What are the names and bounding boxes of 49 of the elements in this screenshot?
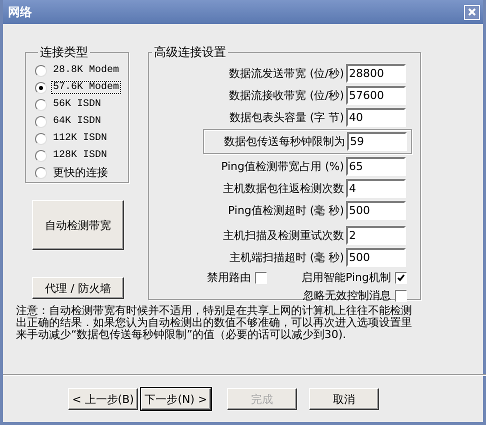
group-title: 高级连接设置 bbox=[153, 44, 227, 61]
input-field[interactable]: 2 bbox=[346, 226, 406, 245]
checkbox-label: 启用智能Ping机制 bbox=[302, 270, 391, 285]
field-label: 主机数据包往返检测次数 bbox=[223, 181, 344, 196]
note-text: 注意：自动检测带宽有时候并不适用，特别是在共享上网的计算机上往往不能检测出正确的结果．如果您认为自动检测出的数值不够准确，可以再次进入选项设置里来手动减少“数据包传送每秒钟限制”的值（必要的话可以减少到30). bbox=[16, 305, 413, 341]
proxy-firewall-button[interactable]: 代理 / 防火墙 bbox=[32, 277, 124, 299]
checkbox[interactable] bbox=[255, 272, 267, 284]
checkbox[interactable] bbox=[395, 290, 407, 302]
radio-button[interactable] bbox=[35, 64, 47, 76]
field-label: Ping值检测带宽占用 (%) bbox=[221, 159, 344, 174]
radio-label[interactable]: 56K ISDN bbox=[52, 99, 102, 110]
close-icon bbox=[468, 8, 476, 16]
field-label: 数据包表头容量 (字 节) bbox=[229, 110, 344, 125]
back-button[interactable]: < 上一步(B) bbox=[68, 388, 138, 410]
field-label: 数据包传送每秒钟限制为 bbox=[224, 134, 345, 149]
checkbox[interactable] bbox=[395, 272, 407, 284]
input-field[interactable]: 500 bbox=[346, 248, 406, 267]
radio-button[interactable] bbox=[35, 166, 47, 178]
input-field[interactable]: 40 bbox=[346, 108, 406, 127]
radio-label[interactable]: 更快的连接 bbox=[52, 165, 109, 180]
close-button[interactable] bbox=[464, 4, 480, 20]
field-label: Ping值检测超时 (毫 秒) bbox=[228, 203, 344, 218]
radio-label[interactable]: 112K ISDN bbox=[52, 133, 108, 144]
checkbox-label: 禁用路由 bbox=[207, 270, 251, 285]
input-field[interactable]: 28800 bbox=[346, 64, 406, 83]
window-title: 网络 bbox=[8, 4, 32, 20]
group-title: 连接类型 bbox=[39, 44, 89, 61]
radio-label[interactable]: 128K ISDN bbox=[52, 150, 108, 161]
radio-label[interactable]: 57.6K Modem bbox=[52, 82, 120, 93]
field-label: 数据流接收带宽 (位/秒) bbox=[229, 88, 344, 103]
input-field[interactable]: 57600 bbox=[346, 86, 406, 105]
input-field[interactable]: 59 bbox=[347, 132, 407, 151]
field-label: 数据流发送带宽 (位/秒) bbox=[229, 66, 344, 81]
radio-button[interactable] bbox=[35, 132, 47, 144]
detect-bandwidth-button[interactable]: 自动检测带宽 bbox=[32, 200, 124, 250]
radio-label[interactable]: 64K ISDN bbox=[52, 116, 102, 127]
field-label: 主机扫描及检测重试次数 bbox=[223, 228, 344, 243]
field-label: 主机端扫描超时 (毫 秒) bbox=[229, 250, 344, 265]
input-field[interactable]: 65 bbox=[346, 157, 406, 176]
input-field[interactable]: 500 bbox=[346, 201, 406, 220]
next-button[interactable]: 下一步(N) > bbox=[141, 388, 211, 410]
checkbox-label: 忽略无效控制消息 bbox=[303, 288, 391, 303]
cancel-button[interactable]: 取消 bbox=[309, 388, 379, 410]
input-field[interactable]: 4 bbox=[346, 179, 406, 198]
radio-label[interactable]: 28.8K Modem bbox=[52, 65, 120, 76]
radio-button[interactable] bbox=[35, 150, 47, 162]
radio-button[interactable] bbox=[35, 98, 47, 110]
radio-button[interactable] bbox=[35, 116, 47, 128]
radio-button[interactable] bbox=[35, 82, 47, 94]
